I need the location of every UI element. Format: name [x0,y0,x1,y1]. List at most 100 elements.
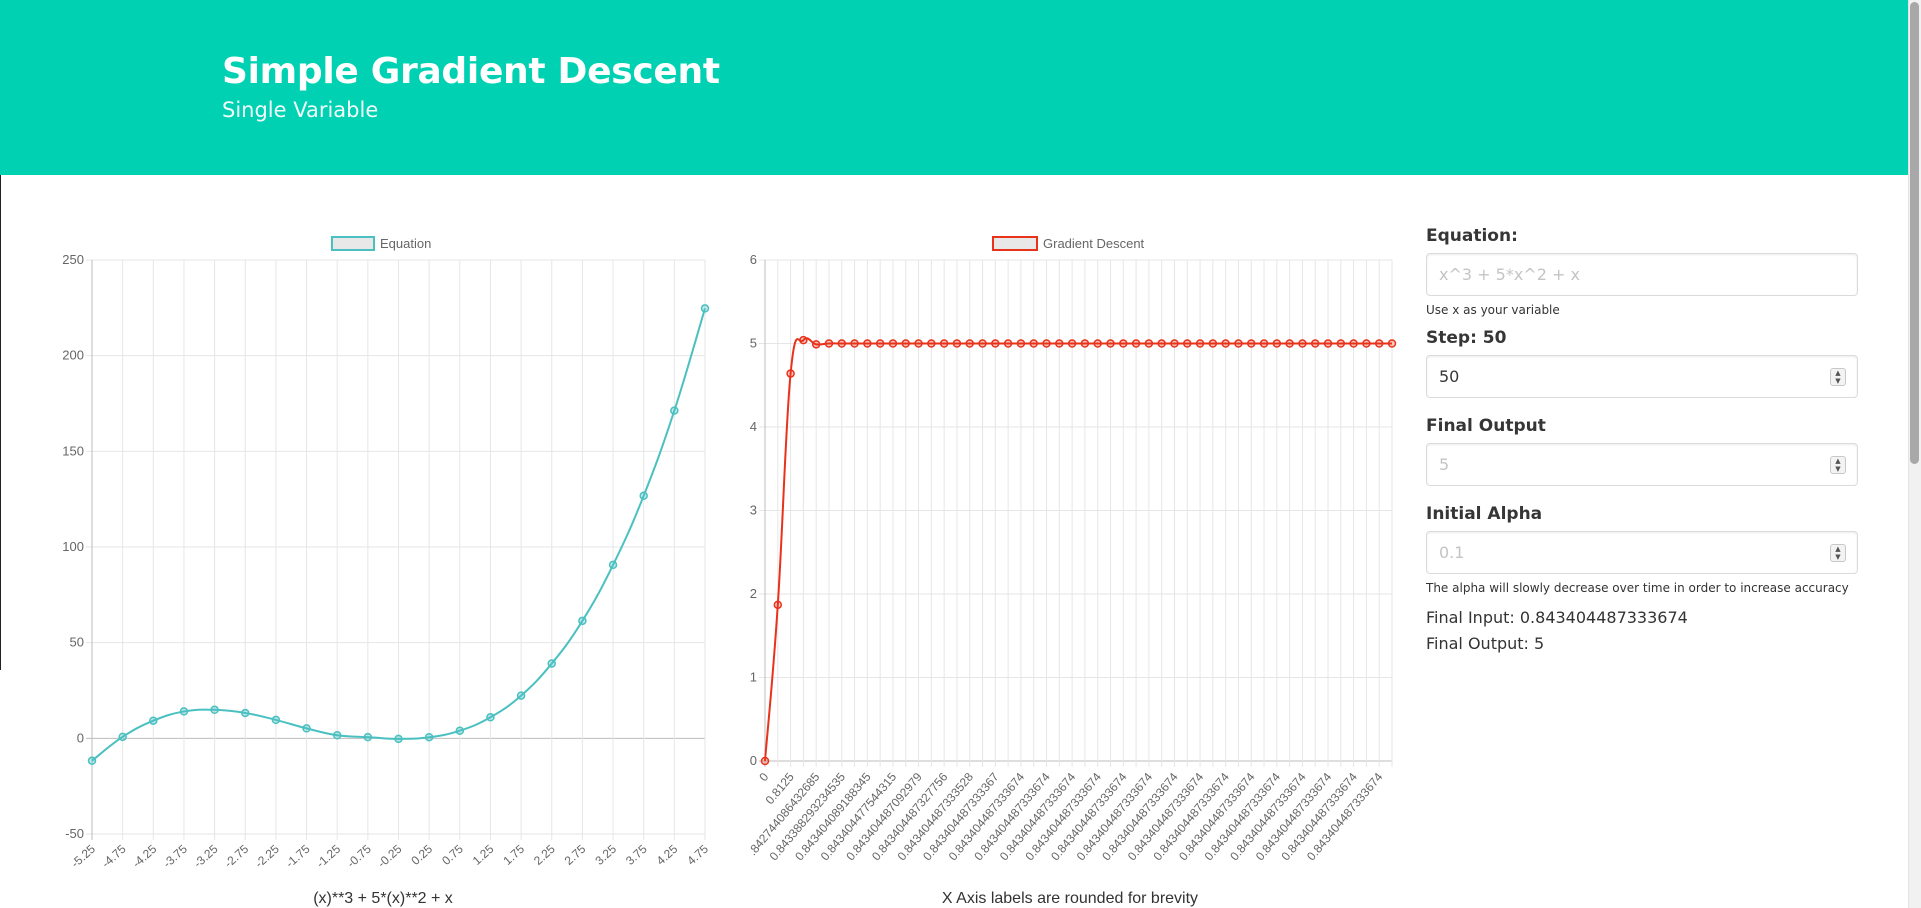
data-point [547,659,556,668]
data-point [1246,339,1256,348]
data-point [1003,339,1013,348]
data-point [991,339,1000,348]
data-point [824,339,834,348]
data-point [1298,339,1307,348]
y-tick-label: 6 [750,252,757,267]
data-point [760,756,770,766]
data-point [1093,339,1102,348]
x-tick-label: 4.75 [684,842,711,868]
final-output-result: Final Output: 5 [1426,634,1545,653]
data-point [786,369,795,378]
data-point [332,731,342,740]
data-point [1323,339,1333,348]
x-tick-label: -3.25 [191,842,221,871]
x-tick-label: -1.25 [314,842,344,871]
y-tick-label: 150 [62,443,84,458]
x-tick-label: 0.75 [439,842,466,868]
spinner-up-icon[interactable]: ▲ [1831,457,1845,465]
step-input[interactable] [1426,355,1858,398]
initial-alpha-spinner[interactable]: ▲ ▼ [1830,544,1846,562]
left-border [0,175,1,670]
y-tick-label: 50 [70,635,84,650]
data-point [455,726,465,735]
x-tick-label: 1.75 [500,842,527,868]
data-point [210,705,219,715]
data-point [1131,339,1141,348]
x-tick-label: -1.75 [283,842,313,871]
final-output-label: Final Output [1426,416,1546,436]
x-tick-label: 1.25 [470,842,497,868]
legend-swatch [992,236,1038,251]
y-tick-label: 200 [62,348,84,363]
spinner-down-icon[interactable]: ▼ [1831,377,1845,385]
data-point [811,340,821,349]
y-tick-label: 1 [750,670,757,685]
data-point [1144,339,1154,348]
equation-help: Use x as your variable [1426,303,1560,317]
legend-label: Gradient Descent [1043,236,1145,251]
data-point [424,732,434,742]
y-tick-label: 100 [62,539,84,554]
x-tick-label: -0.75 [344,842,374,871]
step-spinner[interactable]: ▲ ▼ [1830,368,1846,386]
equation-caption: (x)**3 + 5*(x)**2 + x [313,890,453,907]
data-point [939,339,949,348]
final-output-input[interactable] [1426,443,1858,486]
spinner-up-icon[interactable]: ▲ [1831,545,1845,553]
spinner-up-icon[interactable]: ▲ [1831,369,1845,377]
data-point [888,339,898,348]
settings-form: Equation: Use x as your variable Step: 5… [1426,225,1858,657]
data-point [1374,339,1384,348]
data-point [978,339,987,348]
data-point [486,713,495,722]
x-tick-label: -2.25 [252,842,282,871]
data-point [901,339,911,348]
spinner-down-icon[interactable]: ▼ [1831,553,1845,561]
data-point [927,339,936,348]
data-point [1195,339,1205,348]
data-point [1183,339,1192,348]
alpha-help: The alpha will slowly decrease over time… [1426,581,1849,595]
data-point [1349,339,1358,348]
hero-header: Simple Gradient Descent Single Variable [0,0,1908,175]
legend-swatch [331,236,375,251]
x-tick-label: -3.75 [160,842,190,871]
x-tick-label: 2.25 [531,842,558,868]
data-point [700,304,710,313]
data-point [516,691,526,700]
y-tick-label: -50 [65,826,84,841]
descent-caption: X Axis labels are rounded for brevity [941,890,1199,907]
data-point [1221,339,1230,348]
data-point [1362,339,1371,348]
x-tick-label: -4.25 [130,842,160,871]
data-point [1259,339,1269,348]
data-point [1170,339,1179,348]
x-tick-label: -2.75 [222,842,252,871]
step-label: Step: 50 [1426,328,1507,348]
gradient-descent-chart: Gradient Descent012345600.8125.842744086… [745,236,1397,863]
data-point [1119,339,1128,348]
data-point [1208,339,1218,348]
x-tick-label: 4.25 [654,842,681,868]
scrollbar-thumb[interactable] [1910,2,1919,464]
data-point [608,560,618,570]
initial-alpha-input[interactable] [1426,531,1858,574]
legend-label: Equation [380,236,431,251]
equation-input[interactable] [1426,253,1858,296]
data-point [863,339,872,348]
spinner-down-icon[interactable]: ▼ [1831,465,1845,473]
y-tick-label: 0 [77,730,84,745]
series-line [764,337,1392,762]
final-input-result: Final Input: 0.843404487333674 [1426,608,1688,627]
data-point [1157,339,1166,348]
data-point [1067,339,1077,348]
y-tick-label: 5 [750,336,757,351]
data-point [773,600,783,610]
x-tick-label: 0.25 [408,842,435,868]
data-point [1336,339,1346,348]
data-point [875,339,885,348]
data-point [1234,339,1243,348]
scrollbar[interactable] [1908,0,1921,908]
data-point [1106,339,1115,348]
final-output-spinner[interactable]: ▲ ▼ [1830,456,1846,474]
